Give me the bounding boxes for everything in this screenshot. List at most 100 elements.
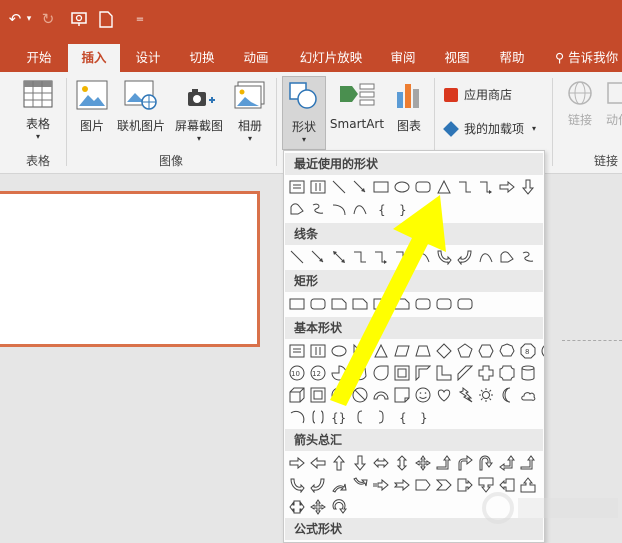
shape-halfframe-icon[interactable] <box>414 364 432 382</box>
shape-striped-icon[interactable] <box>372 476 390 494</box>
shape-scribble-icon[interactable] <box>309 200 327 218</box>
shape-notched-icon[interactable] <box>393 476 411 494</box>
redo-icon[interactable]: ↻ <box>38 8 58 30</box>
shape-dodeca-icon[interactable]: 8 <box>519 342 537 360</box>
shape-vtextbox-icon[interactable] <box>309 342 327 360</box>
shape-bentarrow-icon[interactable] <box>456 454 474 472</box>
shape-arrowline-icon[interactable] <box>309 248 327 266</box>
shape-pentagon-icon[interactable] <box>456 342 474 360</box>
shape-curvedl-icon[interactable] <box>309 476 327 494</box>
shape-rrect-icon[interactable] <box>435 295 453 313</box>
tell-me-box[interactable]: ⚲ 告诉我你 <box>555 44 618 72</box>
shape-lbrace-icon[interactable]: { <box>372 200 390 218</box>
photo-album-button[interactable]: 相册 ▾ <box>230 80 270 143</box>
shape-rrect-icon[interactable] <box>414 295 432 313</box>
shape-pentarrow-icon[interactable] <box>414 476 432 494</box>
shape-circ10-icon[interactable]: 10 <box>288 364 306 382</box>
tab-view[interactable]: 视图 <box>434 44 480 72</box>
my-addins-button[interactable]: 我的加载项 ▾ <box>443 120 536 137</box>
shape-donut-icon[interactable] <box>330 386 348 404</box>
shape-darrow-icon[interactable] <box>519 178 537 196</box>
shape-bevel-icon[interactable] <box>309 386 327 404</box>
shape-oval-icon[interactable] <box>393 178 411 196</box>
shape-no-symbol-icon[interactable] <box>351 386 369 404</box>
new-document-icon[interactable] <box>96 8 116 30</box>
slide-thumbnail[interactable] <box>0 191 260 347</box>
shape-circarrow-icon[interactable] <box>330 498 348 516</box>
shape-elbow-icon[interactable] <box>456 178 474 196</box>
shape-curve-icon[interactable] <box>351 200 369 218</box>
shape-arc-icon[interactable] <box>330 200 348 218</box>
shape-cross-icon[interactable] <box>477 364 495 382</box>
shape-rrect-icon[interactable] <box>456 295 474 313</box>
shape-rbrace-icon[interactable]: } <box>414 408 432 426</box>
shape-can-icon[interactable] <box>519 364 537 382</box>
shape-bentup-icon[interactable] <box>435 454 453 472</box>
shape-rect-icon[interactable] <box>288 295 306 313</box>
shape-line-icon[interactable] <box>288 248 306 266</box>
shape-hexagon-icon[interactable] <box>477 342 495 360</box>
shape-rrect-icon[interactable] <box>414 178 432 196</box>
shape-elbowarrow-icon[interactable] <box>372 248 390 266</box>
shape-smiley-icon[interactable] <box>414 386 432 404</box>
tab-insert[interactable]: 插入 <box>68 44 120 72</box>
shape-lrcallout-icon[interactable] <box>288 498 306 516</box>
shape-uturn-icon[interactable] <box>477 454 495 472</box>
tab-slideshow[interactable]: 幻灯片放映 <box>290 44 372 72</box>
shape-lshape-icon[interactable] <box>435 364 453 382</box>
shape-sun-icon[interactable] <box>477 386 495 404</box>
shape-darrow-icon[interactable] <box>351 454 369 472</box>
shape-curvedl-icon[interactable] <box>456 248 474 266</box>
action-button[interactable]: 动作 <box>600 80 622 128</box>
chart-button[interactable]: 图表 <box>390 80 428 134</box>
shape-textbox-icon[interactable] <box>288 342 306 360</box>
shape-rcallout-icon[interactable] <box>456 476 474 494</box>
shape-rbracket-icon[interactable] <box>372 408 390 426</box>
shape-arcbig-icon[interactable] <box>288 408 306 426</box>
tab-animations[interactable]: 动画 <box>232 44 280 72</box>
shape-elbow-icon[interactable] <box>351 248 369 266</box>
shape-rarrow-icon[interactable] <box>288 454 306 472</box>
shape-heart-icon[interactable] <box>435 386 453 404</box>
shape-cloud-icon[interactable] <box>519 386 537 404</box>
tab-transitions[interactable]: 切换 <box>178 44 226 72</box>
store-button[interactable]: 应用商店 <box>444 86 512 103</box>
shape-snip-icon[interactable] <box>351 295 369 313</box>
shape-quad-icon[interactable] <box>414 454 432 472</box>
shape-curvedr-icon[interactable] <box>288 476 306 494</box>
customize-qat-icon[interactable]: = <box>132 8 148 30</box>
shape-elbowarrow-icon[interactable] <box>477 178 495 196</box>
tab-help[interactable]: 帮助 <box>488 44 536 72</box>
shape-parallelogram-icon[interactable] <box>393 342 411 360</box>
shape-freeform-icon[interactable] <box>288 200 306 218</box>
shape-diamond-icon[interactable] <box>435 342 453 360</box>
shape-moon-icon[interactable] <box>498 386 516 404</box>
shape-cube-icon[interactable] <box>288 386 306 404</box>
screenshot-button[interactable]: 屏幕截图 ▾ <box>170 80 228 143</box>
shape-textbox-icon[interactable] <box>288 178 306 196</box>
smartart-button[interactable]: SmartArt <box>328 80 386 131</box>
shape-curvedu-icon[interactable] <box>330 476 348 494</box>
shape-vtextbox-icon[interactable] <box>309 178 327 196</box>
shape-curvedr-icon[interactable] <box>435 248 453 266</box>
shape-snip-icon[interactable] <box>372 295 390 313</box>
shape-blockarc-icon[interactable] <box>372 386 390 404</box>
shape-teardrop-icon[interactable] <box>372 364 390 382</box>
shape-lbracket-icon[interactable] <box>351 408 369 426</box>
shape-bentup-icon[interactable] <box>519 454 537 472</box>
shape-rect-icon[interactable] <box>372 178 390 196</box>
shape-chord-icon[interactable] <box>351 364 369 382</box>
link-button[interactable]: 链接 <box>562 80 598 128</box>
online-picture-button[interactable]: 联机图片 <box>114 80 168 134</box>
shape-arrowline-icon[interactable] <box>351 178 369 196</box>
shape-rbrace-icon[interactable]: } <box>393 200 411 218</box>
shape-snip-icon[interactable] <box>393 295 411 313</box>
shape-oval-icon[interactable] <box>330 342 348 360</box>
shape-curvedd-icon[interactable] <box>351 476 369 494</box>
shape-foldcorner-icon[interactable] <box>393 386 411 404</box>
shape-snip-icon[interactable] <box>330 295 348 313</box>
shape-line-icon[interactable] <box>330 178 348 196</box>
shape-chevron-icon[interactable] <box>435 476 453 494</box>
undo-dropdown-icon[interactable]: ▾ <box>24 8 34 30</box>
shape-dblbracket-icon[interactable] <box>309 408 327 426</box>
